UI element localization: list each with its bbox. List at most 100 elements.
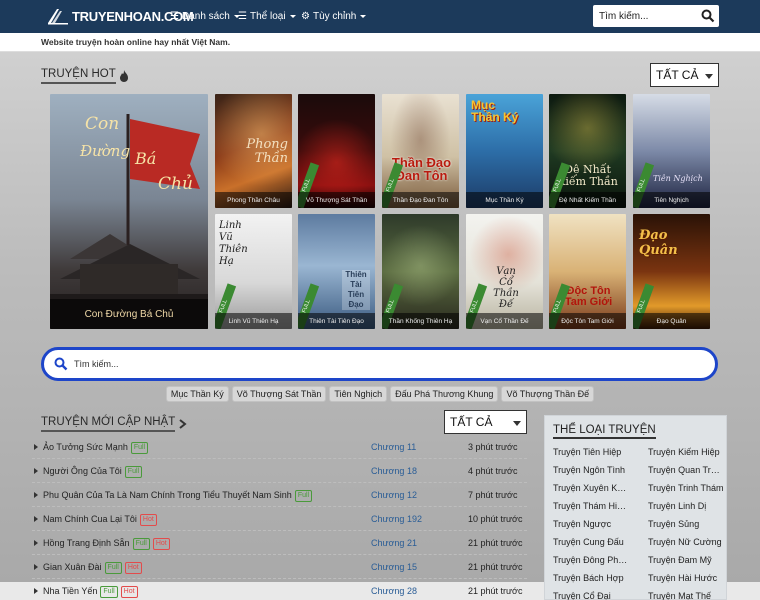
table-row[interactable]: Nha Tiền Yến Full Hot Chương 28 21 phút trướ… xyxy=(32,579,527,600)
cover-caption: Mục Thần Ký xyxy=(466,192,543,208)
table-row[interactable]: Phu Quân Của Ta Là Nam Chính Trong Tiểu … xyxy=(32,483,527,507)
quick-tag[interactable]: Võ Thượng Sát Thần xyxy=(231,386,327,402)
story-title[interactable]: Hồng Trang Định Sẵn Full Hot xyxy=(43,538,170,550)
table-row[interactable]: Nam Chính Cua Lại Tôi Hot Chương 192 10 phú… xyxy=(32,507,527,531)
hot-cover[interactable]: Đệ Nhất Kiếm Thần FULL Đệ Nhất Kiếm Thần xyxy=(549,94,626,208)
header-search xyxy=(593,5,719,27)
story-title[interactable]: Nha Tiền Yến Full Hot xyxy=(43,586,138,598)
update-time: 21 phút trước xyxy=(468,538,523,548)
menu-tuy-chinh[interactable]: ⚙ Tùy chỉnh xyxy=(301,0,367,33)
header-search-input[interactable] xyxy=(593,5,697,27)
genre-link[interactable]: Truyện Kiếm Hiệp xyxy=(648,447,724,457)
main-search-box xyxy=(41,347,718,381)
hot-cover[interactable]: Độc Tôn Tam Giới FULL Độc Tôn Tam Giới xyxy=(549,214,626,329)
table-row[interactable]: Ảo Tưởng Sức Mạnh Full Chương 11 3 phút trư… xyxy=(32,435,527,459)
story-title[interactable]: Phu Quân Của Ta Là Nam Chính Trong Tiểu … xyxy=(43,490,313,502)
genre-link[interactable]: Truyện Sủng xyxy=(648,519,724,529)
story-title[interactable]: Gian Xuân Đài Full Hot xyxy=(43,562,142,574)
hot-cover[interactable]: Linh Vũ Thiên Hạ FULL Linh Vũ Thiên Hạ xyxy=(215,214,292,329)
genre-link[interactable]: Truyện Đam Mỹ xyxy=(648,555,724,565)
hot-cover[interactable]: Mục Thần Ký Mục Thần Ký xyxy=(466,94,543,208)
hot-cover[interactable]: FULL Võ Thượng Sát Thần xyxy=(298,94,375,208)
cover-caption: Linh Vũ Thiên Hạ xyxy=(215,313,292,329)
new-updates-title[interactable]: TRUYỆN MỚI CẬP NHẬT xyxy=(41,416,187,432)
genre-link[interactable]: Truyện Nữ Cường xyxy=(648,537,724,547)
update-time: 10 phút trước xyxy=(468,514,523,524)
quick-tag[interactable]: Tiên Nghịch xyxy=(329,386,388,402)
story-title-text: Phu Quân Của Ta Là Nam Chính Trong Tiểu … xyxy=(43,490,292,500)
genre-panel: THỂ LOẠI TRUYỆN Truyện Tiên Hiệp Truyện … xyxy=(544,415,727,600)
genre-link[interactable]: Truyện Bách Hợp xyxy=(553,573,629,583)
hot-filter-select[interactable]: TẤT CẢ xyxy=(650,63,719,87)
search-icon[interactable] xyxy=(54,357,68,371)
new-updates-list: Ảo Tưởng Sức Mạnh Full Chương 11 3 phút trư… xyxy=(32,435,527,600)
update-time: 21 phút trước xyxy=(468,586,523,596)
hot-badge: Hot xyxy=(124,562,142,574)
hot-cover[interactable]: Thiên Tài Tiên Đạo FULL Thiên Tài Tiên Đ… xyxy=(298,214,375,329)
story-title[interactable]: Ảo Tưởng Sức Mạnh Full xyxy=(43,442,149,454)
chapter-link[interactable]: Chương 21 xyxy=(371,538,417,548)
hot-cover[interactable]: Tiên Nghịch FULL Tiên Nghịch xyxy=(633,94,710,208)
quick-tag[interactable]: Võ Thượng Thần Đế xyxy=(501,386,595,402)
hot-section-title[interactable]: TRUYỆN HOT xyxy=(41,68,129,84)
menu-label: Tùy chỉnh xyxy=(312,11,357,22)
genre-link[interactable]: Truyện Cung Đấu xyxy=(553,537,629,547)
genre-link[interactable]: Truyện Ngược xyxy=(553,519,629,529)
full-badge: Full xyxy=(124,466,143,478)
table-row[interactable]: Người Ông Của Tôi Full Chương 18 4 phút trư… xyxy=(32,459,527,483)
hot-cover[interactable]: Thần Đạo Đan Tôn FULL Thần Đạo Đan Tôn xyxy=(382,94,459,208)
featured-cover-art: Con Đường Bá Chủ xyxy=(50,114,208,329)
chapter-link[interactable]: Chương 15 xyxy=(371,562,417,572)
genre-link[interactable]: Truyện Đông Phương xyxy=(553,555,629,565)
main-search-input[interactable] xyxy=(74,355,694,373)
genre-link[interactable]: Truyện Linh Dị xyxy=(648,501,724,511)
genre-link[interactable]: Truyện Hài Hước xyxy=(648,573,724,583)
full-badge: Full xyxy=(130,442,149,454)
chapter-link[interactable]: Chương 12 xyxy=(371,490,417,500)
cover-art-title: Đạo Quân xyxy=(639,228,678,258)
hot-cover[interactable]: Phong Thần Phong Thần Châu xyxy=(215,94,292,208)
genre-link[interactable]: Truyện Tiên Hiệp xyxy=(553,447,629,457)
menu-the-loai[interactable]: ☰ Thể loại xyxy=(238,0,296,33)
genre-link[interactable]: Truyện Ngôn Tình xyxy=(553,465,629,475)
hot-filter-value: TẤT CẢ xyxy=(656,68,699,82)
cover-art-title: Thiên Tài Tiên Đạo xyxy=(342,270,370,310)
genre-link[interactable]: Truyện Xuyên Không xyxy=(553,483,629,493)
menu-label: Danh sách xyxy=(181,11,230,22)
hot-cover[interactable]: Đạo Quân FULL Đạo Quân xyxy=(633,214,710,329)
story-title-text: Nha Tiền Yến xyxy=(43,586,98,596)
cover-caption: Vạn Cổ Thần Đế xyxy=(466,313,543,329)
full-badge: Full xyxy=(104,562,122,574)
hot-badge: Hot xyxy=(152,538,170,550)
search-icon[interactable] xyxy=(701,9,715,23)
genre-link[interactable]: Truyện Thám Hiểm xyxy=(553,501,629,511)
quick-tag[interactable]: Đấu Phá Thương Khung xyxy=(390,386,499,402)
hot-cover[interactable]: FULL Thần Khống Thiên Hạ xyxy=(382,214,459,329)
hot-badge: Hot xyxy=(120,586,138,598)
genre-link[interactable]: Truyện Cổ Đại xyxy=(553,591,629,600)
featured-cover[interactable]: Con Đường Bá Chủ Con Đường Bá Chủ xyxy=(50,94,208,329)
genre-link[interactable]: Truyện Quan Trường xyxy=(648,465,724,475)
story-title[interactable]: Nam Chính Cua Lại Tôi Hot xyxy=(43,514,157,526)
hot-title-text: TRUYỆN HOT xyxy=(41,68,116,84)
caret-right-icon xyxy=(34,588,38,594)
genre-link[interactable]: Truyện Trinh Thám xyxy=(648,483,724,493)
quick-tag[interactable]: Mục Thần Ký xyxy=(165,386,229,402)
hot-cover[interactable]: Vạn Cổ Thần Đế FULL Vạn Cổ Thần Đế xyxy=(466,214,543,329)
genre-link[interactable]: Truyện Mạt Thế xyxy=(648,591,724,600)
new-updates-filter-select[interactable]: TẤT CẢ xyxy=(444,410,527,434)
tagline-text: Website truyện hoàn online hay nhất Việt… xyxy=(41,37,231,47)
cover-art-title: Phong Thần xyxy=(246,137,288,166)
menu-label: Thể loại xyxy=(249,11,286,22)
chapter-link[interactable]: Chương 11 xyxy=(371,442,416,452)
chapter-link[interactable]: Chương 192 xyxy=(371,514,422,524)
table-row[interactable]: Gian Xuân Đài Full Hot Chương 15 21 phút trư… xyxy=(32,555,527,579)
menu-danh-sach[interactable]: ☰ Danh sách xyxy=(170,0,240,33)
list-icon: ☰ xyxy=(170,11,179,22)
story-title[interactable]: Người Ông Của Tôi Full xyxy=(43,466,143,478)
full-badge: Full xyxy=(132,538,150,550)
table-row[interactable]: Hồng Trang Định Sẵn Full Hot Chương 21 21 ph… xyxy=(32,531,527,555)
chapter-link[interactable]: Chương 18 xyxy=(371,466,417,476)
cover-caption: Thần Khống Thiên Hạ xyxy=(382,313,459,329)
chapter-link[interactable]: Chương 28 xyxy=(371,586,417,596)
